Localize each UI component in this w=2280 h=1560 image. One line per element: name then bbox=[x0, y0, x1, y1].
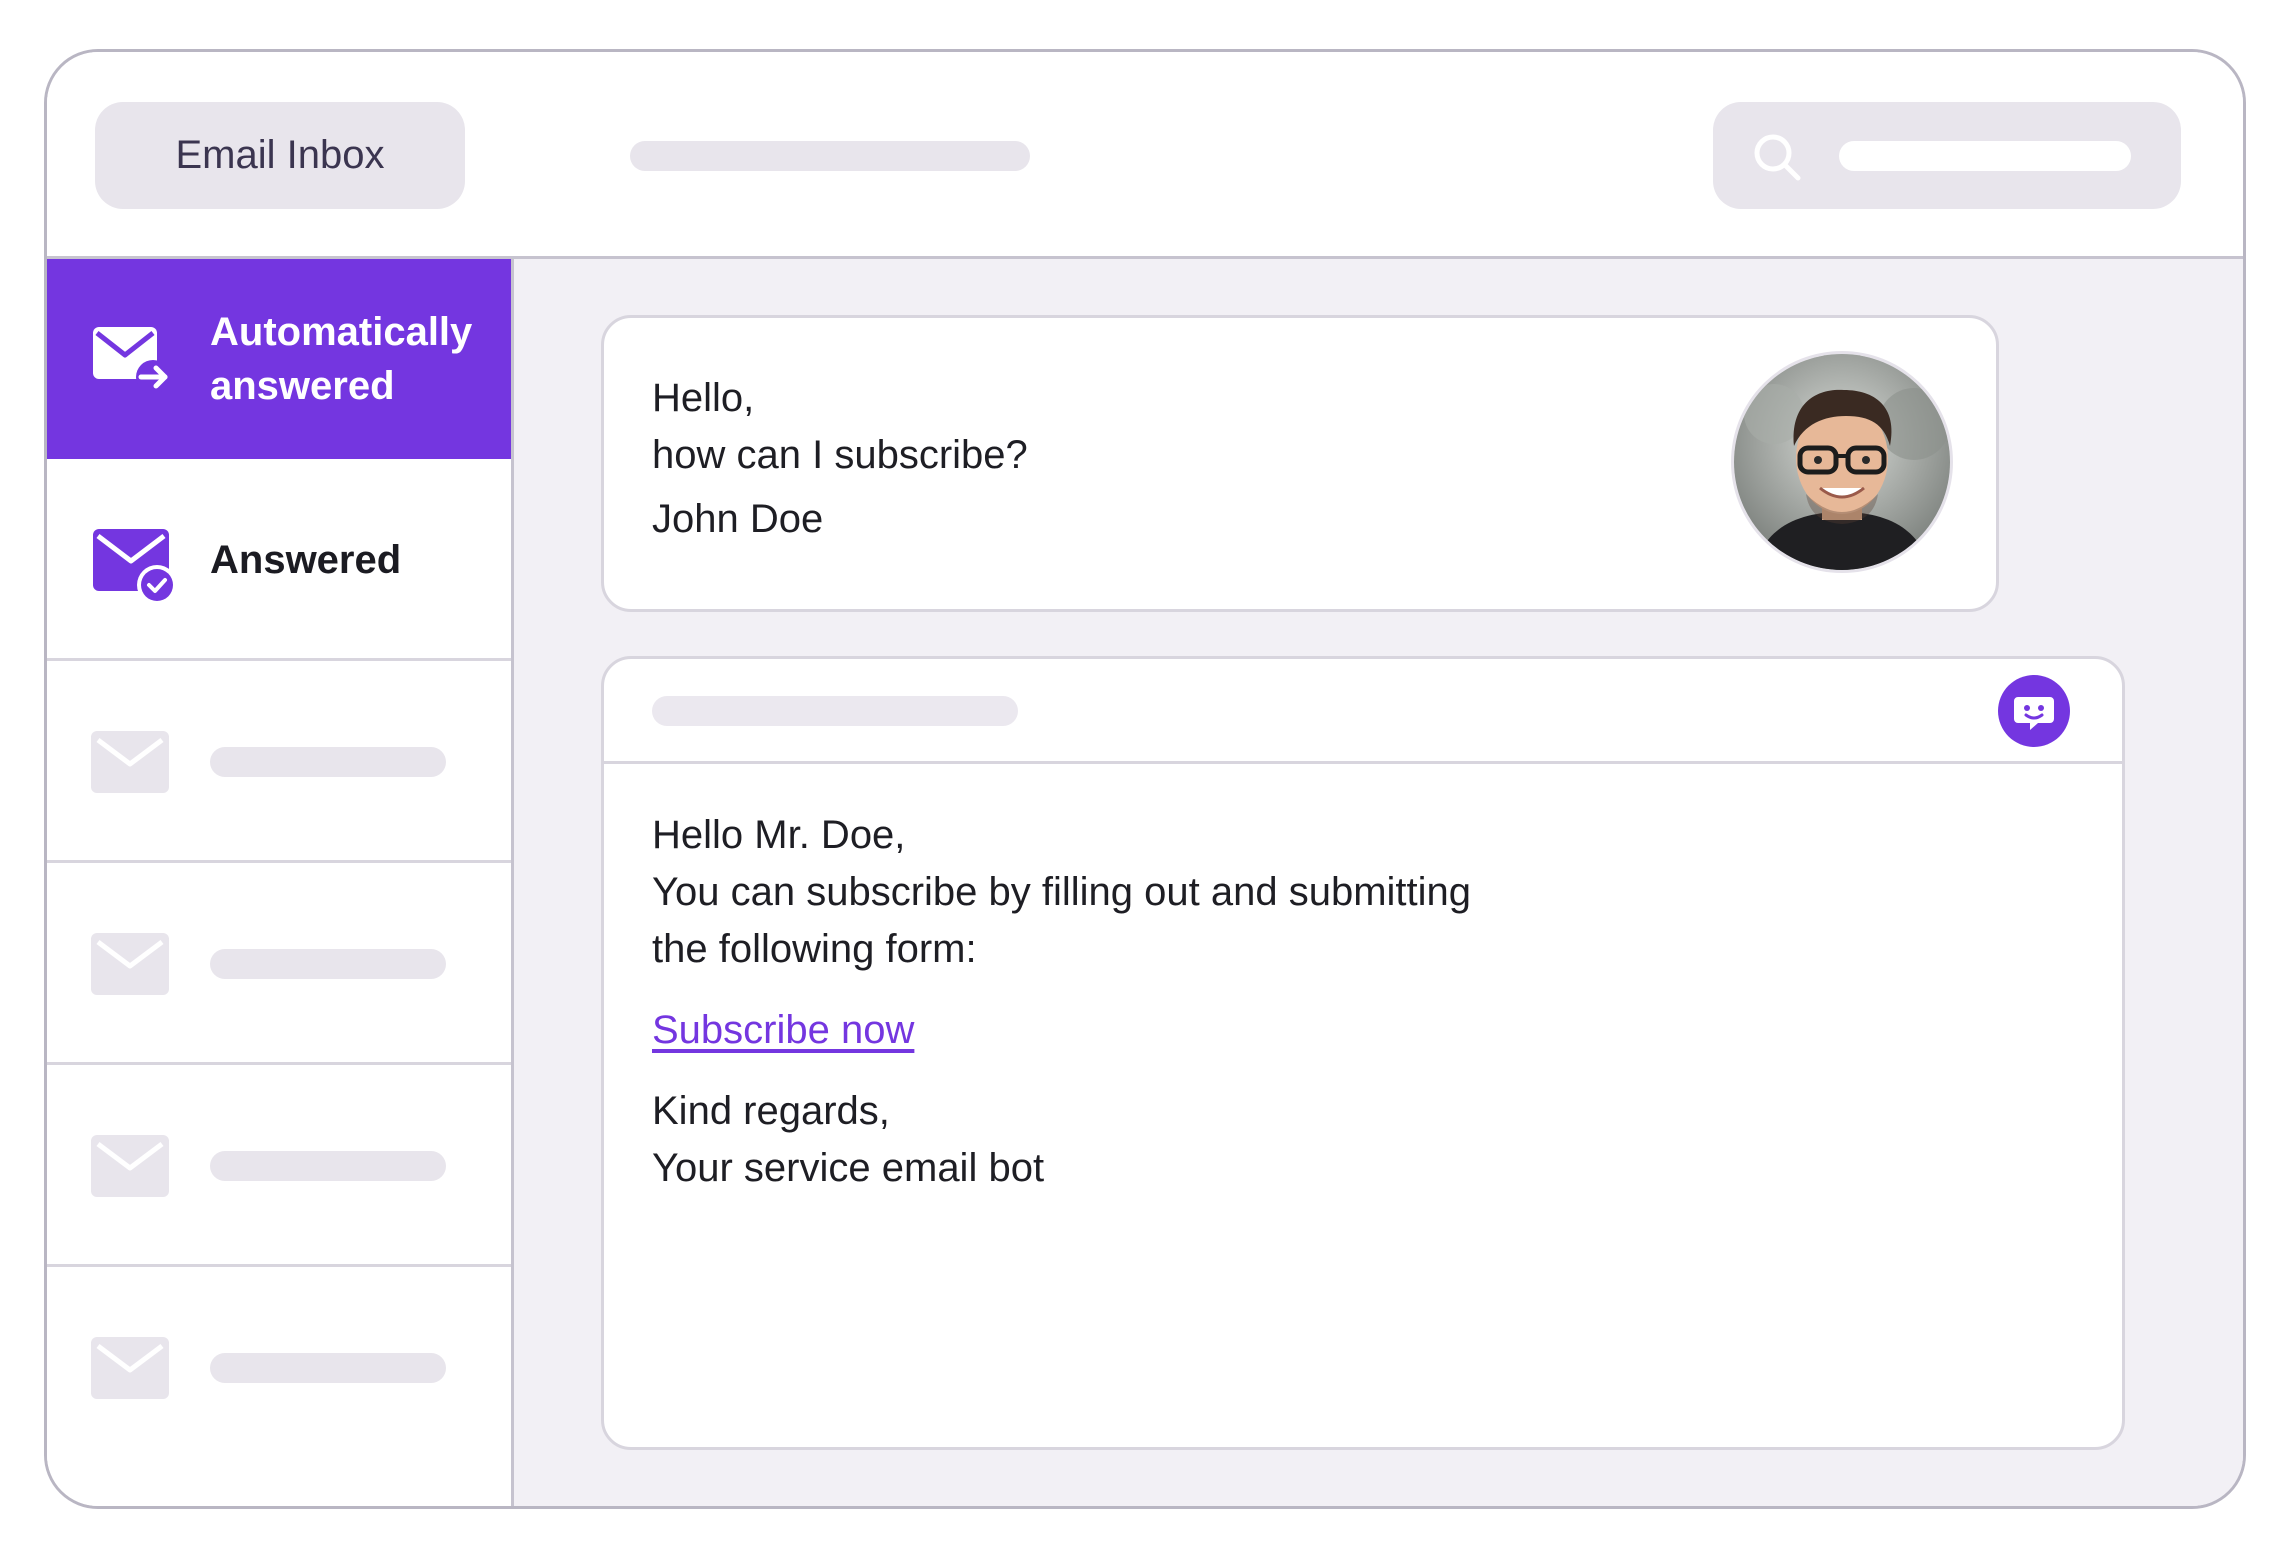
mail-subject-placeholder bbox=[210, 1151, 446, 1181]
chatbot-icon[interactable] bbox=[1998, 675, 2070, 747]
mail-icon bbox=[91, 933, 169, 995]
subscribe-now-link[interactable]: Subscribe now bbox=[652, 1008, 914, 1052]
reply-subject-placeholder bbox=[652, 696, 1018, 726]
sidebar-item-mail[interactable] bbox=[47, 1065, 511, 1267]
message-greeting: Hello, bbox=[652, 376, 755, 420]
incoming-message-body: Hello, how can I subscribe? John Doe bbox=[652, 370, 1028, 548]
mail-check-icon bbox=[93, 529, 177, 605]
reply-signature: Your service email bot bbox=[652, 1146, 1045, 1190]
reply-body-line: the following form: bbox=[652, 927, 977, 971]
mail-icon bbox=[91, 1337, 169, 1399]
reply-message-body: Hello Mr. Doe, You can subscribe by fill… bbox=[652, 807, 1471, 1197]
top-bar: Email Inbox bbox=[47, 52, 2243, 259]
search-icon bbox=[1754, 134, 1801, 181]
search-box[interactable] bbox=[1713, 102, 2181, 209]
app-title: Email Inbox bbox=[95, 102, 465, 209]
message-sender: John Doe bbox=[652, 497, 824, 541]
message-pane: Hello, how can I subscribe? John Doe Hel… bbox=[514, 259, 2243, 1506]
label-line-2: answered bbox=[210, 364, 395, 408]
avatar bbox=[1731, 351, 1953, 573]
mail-forward-icon bbox=[93, 327, 169, 394]
avatar-photo bbox=[1734, 354, 1950, 570]
mail-subject-placeholder bbox=[210, 949, 446, 979]
reply-message-card[interactable]: Hello Mr. Doe, You can subscribe by fill… bbox=[601, 656, 2125, 1450]
label-line-1: Automatically bbox=[210, 310, 473, 354]
mail-icon bbox=[91, 1135, 169, 1197]
mail-subject-placeholder bbox=[210, 1353, 446, 1383]
sidebar-item-label: Automatically answered bbox=[210, 305, 472, 413]
message-question: how can I subscribe? bbox=[652, 433, 1028, 477]
sidebar-item-answered[interactable]: Answered bbox=[47, 459, 511, 661]
incoming-message-card[interactable]: Hello, how can I subscribe? John Doe bbox=[601, 315, 1999, 612]
sidebar-item-automatically-answered[interactable]: Automatically answered bbox=[47, 259, 511, 459]
reply-body-line: You can subscribe by filling out and sub… bbox=[652, 870, 1472, 914]
sidebar-item-mail[interactable] bbox=[47, 863, 511, 1065]
email-app-window: Email Inbox Automatically answered Answe… bbox=[44, 49, 2246, 1509]
reply-header bbox=[604, 659, 2122, 764]
search-input[interactable] bbox=[1839, 141, 2131, 171]
sidebar: Automatically answered Answered bbox=[47, 259, 514, 1506]
reply-greeting: Hello Mr. Doe, bbox=[652, 813, 906, 857]
sidebar-item-mail[interactable] bbox=[47, 1267, 511, 1467]
sidebar-item-mail[interactable] bbox=[47, 661, 511, 863]
reply-closing: Kind regards, bbox=[652, 1089, 890, 1133]
title-placeholder-bar bbox=[630, 141, 1030, 171]
sidebar-item-label: Answered bbox=[210, 538, 402, 582]
mail-icon bbox=[91, 731, 169, 793]
mail-subject-placeholder bbox=[210, 747, 446, 777]
